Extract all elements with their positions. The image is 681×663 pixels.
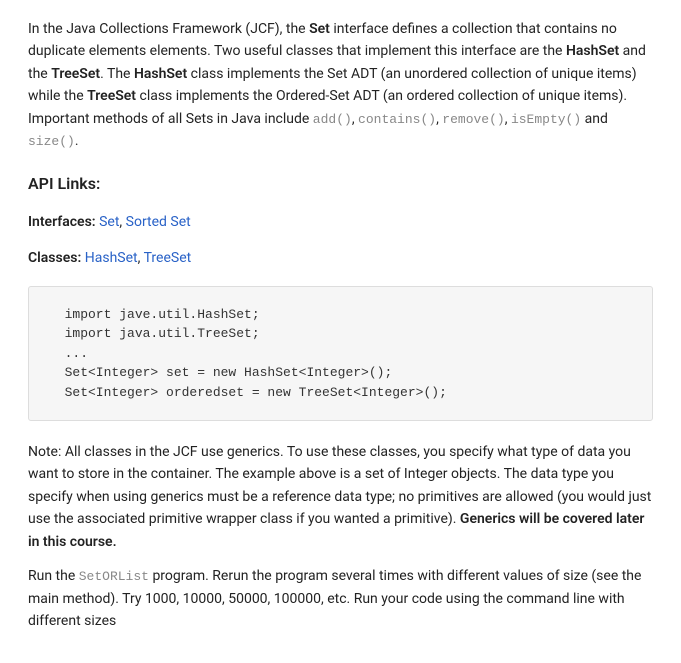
set-link[interactable]: Set: [99, 214, 119, 230]
run-paragraph: Run the SetORList program. Rerun the pro…: [28, 565, 653, 633]
method-contains: contains(): [358, 112, 436, 127]
text-fragment: . The: [100, 66, 134, 82]
treeset-term: TreeSet: [51, 66, 100, 82]
treeset-link[interactable]: TreeSet: [144, 250, 192, 266]
hashset-link[interactable]: HashSet: [85, 250, 138, 266]
text-fragment: In the Java Collections Framework (JCF),…: [28, 21, 309, 37]
program-name: SetORList: [79, 569, 149, 584]
method-isempty: isEmpty(): [511, 112, 581, 127]
hashset-term: HashSet: [134, 66, 187, 82]
classes-line: Classes: HashSet, TreeSet: [28, 247, 653, 269]
interfaces-label: Interfaces:: [28, 214, 96, 230]
treeset-term: TreeSet: [87, 88, 136, 104]
sorted-set-link[interactable]: Sorted Set: [126, 214, 191, 230]
interfaces-line: Interfaces: Set, Sorted Set: [28, 211, 653, 233]
text-fragment: .: [75, 133, 79, 149]
code-example: import jave.util.HashSet; import java.ut…: [28, 286, 653, 422]
method-size: size(): [28, 134, 75, 149]
set-term: Set: [309, 21, 330, 37]
classes-label: Classes:: [28, 250, 81, 266]
api-links-heading: API Links:: [28, 171, 653, 197]
method-add: add(): [313, 112, 352, 127]
note-paragraph: Note: All classes in the JCF use generic…: [28, 441, 653, 553]
method-remove: remove(): [442, 112, 504, 127]
intro-paragraph: In the Java Collections Framework (JCF),…: [28, 18, 653, 153]
text-fragment: Run the: [28, 568, 79, 584]
hashset-term: HashSet: [566, 43, 619, 59]
text-fragment: and: [581, 111, 608, 127]
